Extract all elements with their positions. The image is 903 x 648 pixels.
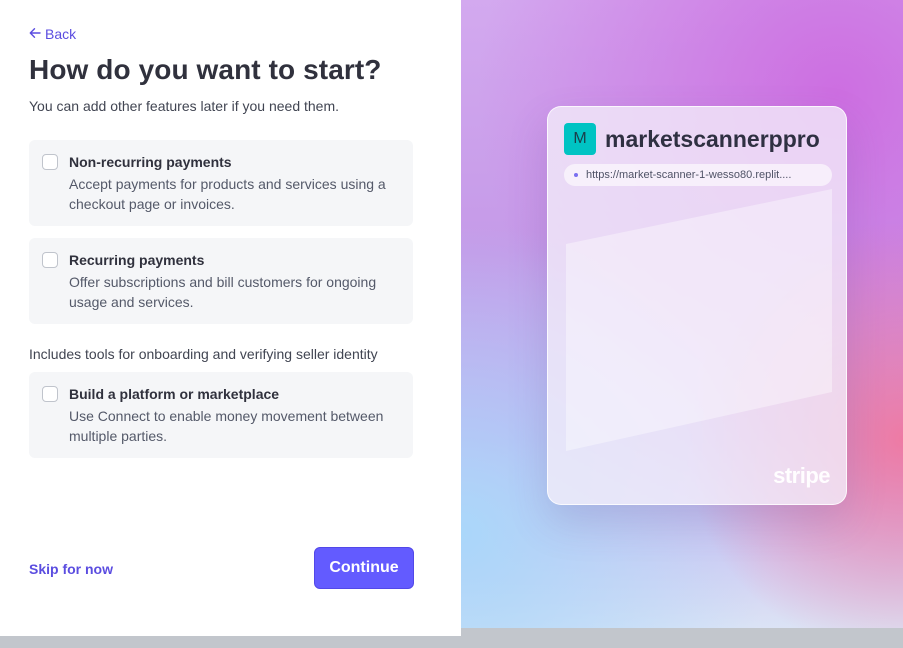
section-note: Includes tools for onboarding and verify…	[29, 346, 378, 362]
bottom-bar	[0, 636, 903, 648]
preview-placeholder-shape	[566, 189, 832, 451]
checkout-preview-card: M marketscannerppro https://market-scann…	[547, 106, 847, 505]
business-avatar: M	[564, 123, 596, 155]
option-description: Offer subscriptions and bill customers f…	[69, 274, 377, 310]
checkbox-recurring[interactable]	[42, 252, 58, 268]
continue-button[interactable]: Continue	[314, 547, 414, 589]
checkbox-non-recurring[interactable]	[42, 154, 58, 170]
url-bar: https://market-scanner-1-wesso80.replit.…	[564, 164, 832, 186]
option-description: Accept payments for products and service…	[69, 176, 386, 212]
option-non-recurring-payments[interactable]: Non-recurring payments Accept payments f…	[29, 140, 413, 226]
page-subtitle: You can add other features later if you …	[29, 98, 340, 114]
option-description: Use Connect to enable money movement bet…	[69, 408, 384, 444]
option-title: Build a platform or marketplace	[69, 386, 280, 402]
skip-for-now-link[interactable]: Skip for now	[29, 561, 113, 577]
page-title: How do you want to start?	[29, 54, 382, 85]
preview-panel: M marketscannerppro https://market-scann…	[461, 0, 903, 628]
business-name: marketscannerppro	[605, 126, 820, 152]
back-label: Back	[45, 26, 77, 42]
back-link[interactable]: Back	[29, 26, 76, 42]
option-recurring-payments[interactable]: Recurring payments Offer subscriptions a…	[29, 238, 413, 324]
arrow-left-icon	[29, 26, 41, 42]
checkbox-platform[interactable]	[42, 386, 58, 402]
option-title: Non-recurring payments	[69, 154, 232, 170]
url-dot-icon	[574, 173, 578, 177]
option-platform-marketplace[interactable]: Build a platform or marketplace Use Conn…	[29, 372, 413, 458]
url-text: https://market-scanner-1-wesso80.replit.…	[586, 169, 792, 181]
onboarding-form-panel: Back How do you want to start? You can a…	[0, 0, 461, 636]
stripe-logo: stripe	[773, 463, 830, 488]
option-title: Recurring payments	[69, 252, 205, 268]
